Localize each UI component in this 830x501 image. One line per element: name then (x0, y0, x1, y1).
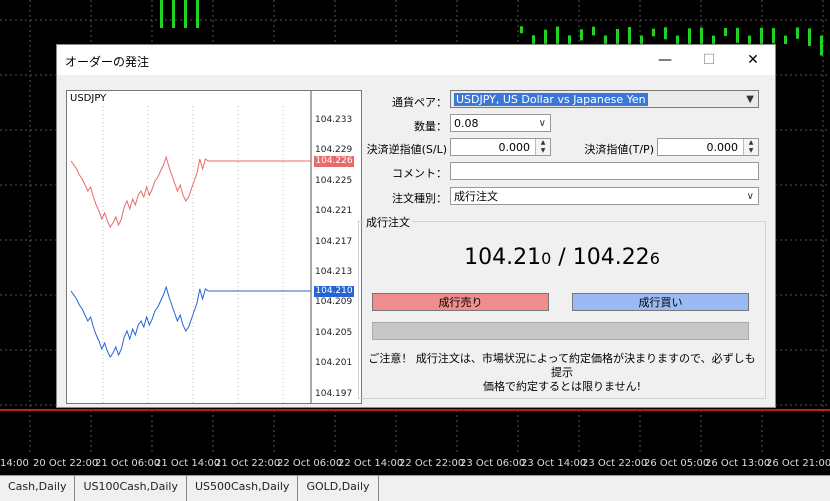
price-tick-label: 104.209 (315, 297, 353, 308)
candle (736, 27, 739, 43)
chevron-down-icon: ▼ (746, 94, 754, 105)
chart-tab[interactable]: GOLD,Daily (298, 476, 379, 501)
time-axis-label: 21 Oct 22:00 (215, 458, 281, 469)
spin-down-icon[interactable]: ▼ (744, 147, 758, 155)
symbol-select[interactable]: USDJPY, US Dollar vs Japanese Yen ▼ (450, 90, 759, 108)
spin-up-icon[interactable]: ▲ (744, 139, 758, 147)
take-profit-spinner[interactable]: ▲ ▼ (743, 139, 758, 155)
group-title: 成行注文 (364, 214, 412, 230)
candle (820, 35, 823, 56)
stop-loss-label: 決済逆指値(S/L) (366, 143, 447, 156)
bid-price: 104.21 (464, 245, 542, 270)
time-axis-label: 23 Oct 22:00 (582, 458, 648, 469)
take-profit-value: 0.000 (706, 141, 739, 154)
price-tick-label: 104.205 (315, 327, 353, 338)
price-tick-label: 104.217 (315, 236, 353, 247)
time-axis-label: 21 Oct 06:00 (95, 458, 161, 469)
dialog-title: オーダーの発注 (65, 55, 150, 69)
time-axis-label: 26 Oct 21:00 (766, 458, 830, 469)
ask-price-line (70, 155, 311, 228)
order-type-select[interactable]: 成行注文 ∨ (450, 187, 759, 205)
title-bar: オーダーの発注 — ☐ ✕ (57, 45, 775, 75)
execution-progress-bar (372, 322, 749, 340)
price-tick-label: 104.221 (315, 206, 353, 217)
candle (700, 27, 703, 46)
spin-down-icon[interactable]: ▼ (536, 147, 550, 155)
volume-value: 0.08 (454, 117, 479, 130)
candle (160, 0, 163, 28)
order-type-label: 注文種別： (392, 192, 447, 205)
candle (592, 26, 595, 36)
chevron-down-icon: ∨ (746, 191, 754, 202)
chart-tab[interactable]: Cash,Daily (0, 476, 76, 501)
candle (172, 0, 175, 28)
time-axis-label: 22 Oct 06:00 (277, 458, 343, 469)
candle (808, 28, 811, 46)
stop-loss-value: 0.000 (498, 141, 531, 154)
symbol-value: USDJPY, US Dollar vs Japanese Yen (454, 93, 648, 106)
time-axis-label: 23 Oct 14:00 (521, 458, 587, 469)
time-axis-label: 26 Oct 13:00 (705, 458, 771, 469)
bid-price-digit: 0 (541, 249, 552, 268)
maximize-icon: ☐ (702, 52, 716, 68)
notice-line-1: ご注意！ 成行注文は、市場状況によって約定価格が決まりますので、必ずしも提示 (368, 352, 756, 379)
candle (772, 28, 775, 44)
bid-price-line (70, 285, 311, 358)
price-tick-label: 104.229 (315, 145, 353, 156)
close-icon[interactable]: ✕ (731, 45, 775, 75)
time-axis-label: 26 Oct 05:00 (644, 458, 710, 469)
chart-tab[interactable]: US100Cash,Daily (75, 476, 187, 501)
volume-label: 数量： (414, 120, 447, 133)
tick-chart: USDJPY 104.233 104.229 104.225 104.221 104.2… (66, 90, 362, 404)
time-axis-label: 22 Oct 22:00 (399, 458, 465, 469)
take-profit-label: 決済指値(T/P) (584, 143, 654, 156)
price-tick-label: 104.197 (315, 388, 353, 399)
chart-symbol: USDJPY (70, 93, 107, 104)
time-axis: 14:00 20 Oct 22:00 21 Oct 06:00 21 Oct 14:0… (0, 455, 830, 473)
tick-chart-svg (70, 91, 312, 403)
candle (184, 0, 187, 28)
comment-label: コメント： (392, 167, 447, 180)
quote-display: 104.210 / 104.226 (358, 245, 766, 270)
order-dialog: オーダーの発注 — ☐ ✕ USDJPY 104.233 104.229 104.2… (56, 44, 776, 408)
chevron-down-icon: ∨ (538, 118, 546, 129)
stop-loss-spinner[interactable]: ▲ ▼ (535, 139, 550, 155)
time-axis-label: 21 Oct 14:00 (155, 458, 221, 469)
price-tick-label: 104.233 (315, 115, 353, 125)
notice-line-2: 価格で約定するとは限りません! (482, 380, 642, 393)
volume-select[interactable]: 0.08 ∨ (450, 114, 551, 132)
buy-by-market-button[interactable]: 成行買い (572, 293, 749, 311)
candle (724, 28, 727, 36)
time-axis-label: 14:00 (0, 458, 29, 469)
symbol-label: 通貨ペア： (392, 96, 447, 109)
ask-price-digit: 6 (649, 249, 660, 268)
candle (784, 35, 787, 45)
price-tick-label: 104.225 (315, 175, 353, 186)
chart-tabs: Cash,Daily US100Cash,Daily US500Cash,Daily… (0, 475, 830, 501)
chart-tab[interactable]: US500Cash,Daily (187, 476, 299, 501)
execution-notice: ご注意！ 成行注文は、市場状況によって約定価格が決まりますので、必ずしも提示 価… (363, 352, 761, 394)
candle (652, 28, 655, 37)
time-axis-label: 20 Oct 22:00 (33, 458, 99, 469)
candle (796, 27, 799, 39)
candle (196, 0, 199, 28)
comment-input[interactable] (450, 162, 759, 180)
ask-price-tag: 104.226 (314, 156, 354, 167)
bid-price-tag: 104.210 (314, 286, 354, 297)
minimize-icon[interactable]: — (643, 45, 687, 75)
candle (664, 27, 667, 40)
quote-separator: / (551, 245, 573, 270)
stop-loss-input[interactable]: 0.000 ▲ ▼ (450, 138, 551, 156)
sell-by-market-button[interactable]: 成行売り (372, 293, 549, 311)
spin-up-icon[interactable]: ▲ (536, 139, 550, 147)
ask-price: 104.22 (572, 245, 650, 270)
candle (580, 29, 583, 41)
price-tick-label: 104.201 (315, 358, 353, 369)
take-profit-input[interactable]: 0.000 ▲ ▼ (657, 138, 759, 156)
time-axis-label: 22 Oct 14:00 (338, 458, 404, 469)
price-tick-label: 104.213 (315, 267, 353, 277)
order-type-value: 成行注文 (454, 190, 498, 203)
candle (520, 26, 523, 34)
time-axis-label: 23 Oct 06:00 (460, 458, 526, 469)
